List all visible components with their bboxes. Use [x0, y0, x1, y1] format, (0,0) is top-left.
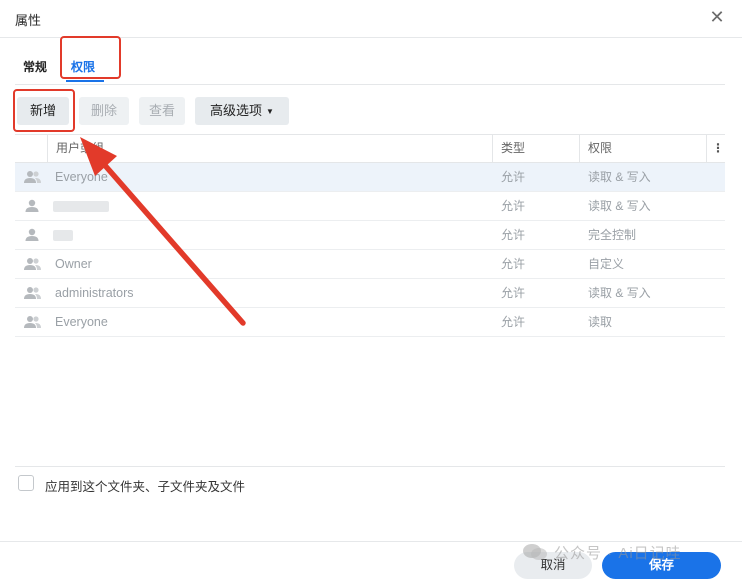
watermark-text: 公众号 · Ai日记哇: [554, 545, 682, 562]
row-permission: 读取 & 写入: [588, 170, 651, 184]
row-type: 允许: [501, 199, 526, 213]
column-menu-icon[interactable]: ⋮: [712, 135, 724, 162]
row-name: administrators: [55, 286, 134, 300]
row-permission: 读取 & 写入: [588, 199, 651, 213]
watermark: 公众号 · Ai日记哇: [522, 542, 682, 563]
table-row[interactable]: 允许 读取 & 写入: [15, 192, 725, 221]
row-name: Owner: [55, 257, 92, 271]
close-icon[interactable]: ✕: [706, 6, 728, 28]
row-permission: 完全控制: [588, 228, 637, 242]
group-icon: [24, 171, 41, 183]
row-type: 允许: [501, 315, 526, 329]
column-header-type[interactable]: 类型: [501, 135, 525, 162]
view-button[interactable]: 查看: [139, 97, 185, 125]
table-row[interactable]: Everyone 允许 读取: [15, 308, 725, 337]
advanced-options-button[interactable]: 高级选项 ▼: [195, 97, 289, 125]
row-permission: 自定义: [588, 257, 625, 271]
highlight-box-add-button: [13, 89, 75, 132]
row-type: 允许: [501, 228, 526, 242]
row-permission: 读取 & 写入: [588, 286, 651, 300]
row-name: Everyone: [55, 315, 108, 329]
table-header: 用户或组 类型 权限 ⋮: [15, 134, 725, 163]
user-icon: [25, 228, 39, 241]
caret-down-icon: ▼: [266, 107, 274, 116]
redacted-name: [53, 201, 109, 212]
column-divider: [492, 135, 493, 162]
group-icon: [24, 287, 41, 299]
table-row[interactable]: administrators 允许 读取 & 写入: [15, 279, 725, 308]
row-type: 允许: [501, 257, 526, 271]
apply-recursive-checkbox[interactable]: [18, 475, 34, 491]
table-row[interactable]: 允许 完全控制: [15, 221, 725, 250]
tab-general[interactable]: 常规: [23, 58, 47, 75]
row-name: Everyone: [55, 170, 108, 184]
redacted-name: [53, 230, 73, 241]
active-tab-indicator: [66, 80, 104, 82]
group-icon: [24, 258, 41, 270]
column-divider: [47, 135, 48, 162]
row-permission: 读取: [588, 315, 613, 329]
dialog-title: 属性: [15, 13, 42, 28]
row-type: 允许: [501, 286, 526, 300]
column-header-permission[interactable]: 权限: [588, 135, 612, 162]
column-divider: [579, 135, 580, 162]
wechat-logo-icon: [523, 544, 547, 560]
group-icon: [24, 316, 41, 328]
options-divider: [15, 466, 725, 467]
column-divider: [706, 135, 707, 162]
row-type: 允许: [501, 170, 526, 184]
user-icon: [25, 199, 39, 212]
table-row[interactable]: Everyone 允许 读取 & 写入: [15, 163, 725, 192]
apply-recursive-label: 应用到这个文件夹、子文件夹及文件: [45, 480, 246, 494]
delete-button[interactable]: 删除: [79, 97, 129, 125]
highlight-box-permissions-tab: [60, 36, 121, 79]
tabs-divider: [15, 84, 725, 85]
advanced-options-label: 高级选项: [210, 103, 263, 118]
table-row[interactable]: Owner 允许 自定义: [15, 250, 725, 279]
column-header-user[interactable]: 用户或组: [56, 135, 104, 162]
